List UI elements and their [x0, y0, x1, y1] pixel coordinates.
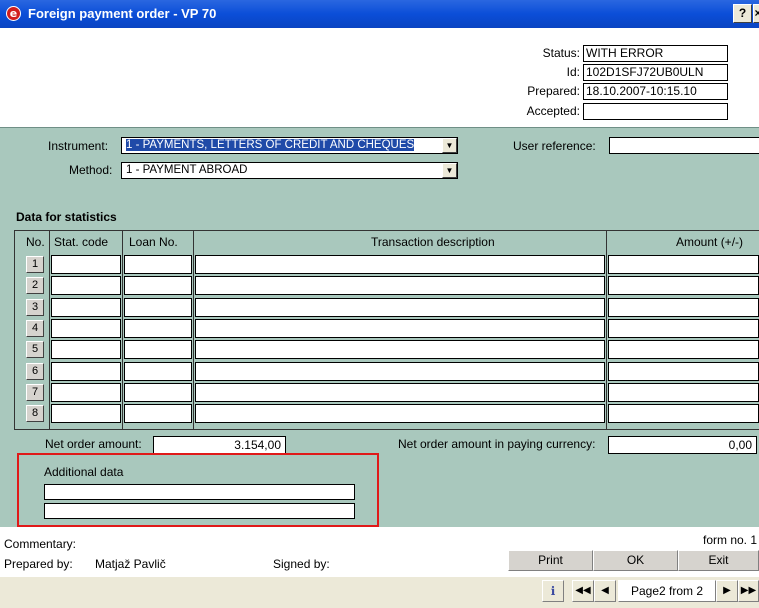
loan-no-cell[interactable] [124, 340, 192, 359]
column-header-stat-code: Stat. code [54, 235, 109, 249]
prepared-by-label: Prepared by: [4, 557, 73, 571]
form-number: form no. 1 [703, 533, 758, 547]
column-divider [606, 231, 607, 430]
loan-no-cell[interactable] [124, 362, 192, 381]
user-reference-input[interactable] [609, 137, 759, 154]
transaction-description-cell[interactable] [195, 362, 605, 381]
row-number-button[interactable]: 7 [26, 384, 44, 401]
net-order-amount-value: 3.154,00 [153, 436, 286, 454]
info-icon[interactable]: ℹ [542, 580, 564, 602]
amount-cell[interactable] [608, 298, 759, 317]
column-divider [49, 231, 50, 430]
stat-code-cell[interactable] [51, 383, 121, 402]
loan-no-cell[interactable] [124, 383, 192, 402]
amount-cell[interactable] [608, 362, 759, 381]
signed-by-label: Signed by: [273, 557, 330, 571]
instrument-select[interactable]: 1 - PAYMENTS, LETTERS OF CREDIT AND CHEQ… [121, 137, 458, 154]
method-label: Method: [69, 163, 113, 177]
last-page-icon[interactable]: ▶▶ [738, 580, 759, 602]
first-page-icon[interactable]: ◀◀ [572, 580, 594, 602]
loan-no-cell[interactable] [124, 276, 192, 295]
method-select[interactable]: 1 - PAYMENT ABROAD [121, 162, 458, 179]
amount-cell[interactable] [608, 340, 759, 359]
statistics-section-title: Data for statistics [16, 210, 117, 224]
column-header-transaction-description: Transaction description [371, 235, 495, 249]
amount-cell[interactable] [608, 383, 759, 402]
loan-no-cell[interactable] [124, 404, 192, 423]
app-logo-icon: e [6, 6, 21, 21]
next-page-icon[interactable]: ▶ [716, 580, 738, 602]
stat-code-cell[interactable] [51, 340, 121, 359]
column-header-amount: Amount (+/-) [676, 235, 744, 249]
transaction-description-cell[interactable] [195, 383, 605, 402]
instrument-label: Instrument: [48, 139, 109, 153]
accepted-value [583, 103, 728, 120]
status-value: WITH ERROR [583, 45, 728, 62]
transaction-description-cell[interactable] [195, 340, 605, 359]
title-bar: e Foreign payment order - VP 70 ? × [0, 0, 759, 28]
row-number-button[interactable]: 2 [26, 277, 44, 294]
stat-code-cell[interactable] [51, 276, 121, 295]
loan-no-cell[interactable] [124, 319, 192, 338]
previous-page-icon[interactable]: ◀ [594, 580, 616, 602]
transaction-description-cell[interactable] [195, 255, 605, 274]
loan-no-cell[interactable] [124, 298, 192, 317]
stat-code-cell[interactable] [51, 319, 121, 338]
loan-no-cell[interactable] [124, 255, 192, 274]
id-label: Id: [566, 65, 580, 79]
prepared-value: 18.10.2007-10:15.10 [583, 83, 728, 100]
stat-code-cell[interactable] [51, 255, 121, 274]
close-button[interactable]: × [753, 4, 759, 23]
prepared-label: Prepared: [527, 84, 580, 98]
help-button[interactable]: ? [733, 4, 752, 23]
net-order-amount-label: Net order amount: [45, 437, 142, 451]
exit-button[interactable]: Exit [678, 550, 759, 571]
column-header-loan-no: Loan No. [129, 235, 178, 249]
print-button[interactable]: Print [508, 550, 593, 571]
method-dropdown-icon[interactable]: ▼ [442, 163, 457, 178]
page-indicator: Page2 from 2 [618, 580, 716, 602]
column-header-no: No. [26, 235, 45, 249]
status-label: Status: [542, 46, 580, 60]
row-number-button[interactable]: 3 [26, 299, 44, 316]
row-number-button[interactable]: 6 [26, 363, 44, 380]
instrument-value: 1 - PAYMENTS, LETTERS OF CREDIT AND CHEQ… [126, 139, 415, 151]
row-number-button[interactable]: 4 [26, 320, 44, 337]
column-divider [122, 231, 123, 430]
commentary-label: Commentary: [4, 537, 77, 551]
stat-code-cell[interactable] [51, 362, 121, 381]
additional-data-label: Additional data [44, 465, 124, 479]
id-value: 102D1SFJ72UB0ULN [583, 64, 728, 81]
row-number-button[interactable]: 5 [26, 341, 44, 358]
amount-cell[interactable] [608, 276, 759, 295]
ok-button[interactable]: OK [593, 550, 678, 571]
accepted-label: Accepted: [526, 104, 580, 118]
amount-cell[interactable] [608, 255, 759, 274]
method-value: 1 - PAYMENT ABROAD [126, 164, 248, 176]
instrument-dropdown-icon[interactable]: ▼ [442, 138, 457, 153]
additional-data-line-1[interactable] [44, 484, 355, 500]
window-title: Foreign payment order - VP 70 [28, 6, 217, 21]
amount-cell[interactable] [608, 319, 759, 338]
transaction-description-cell[interactable] [195, 276, 605, 295]
additional-data-line-2[interactable] [44, 503, 355, 519]
amount-cell[interactable] [608, 404, 759, 423]
row-number-button[interactable]: 1 [26, 256, 44, 273]
net-paying-amount-value: 0,00 [608, 436, 757, 454]
transaction-description-cell[interactable] [195, 298, 605, 317]
net-paying-amount-label: Net order amount in paying currency: [398, 437, 596, 451]
column-divider [193, 231, 194, 430]
pager-bar: ℹ ◀◀ ◀ Page2 from 2 ▶ ▶▶ [0, 577, 759, 608]
row-number-button[interactable]: 8 [26, 405, 44, 422]
stat-code-cell[interactable] [51, 404, 121, 423]
transaction-description-cell[interactable] [195, 404, 605, 423]
stat-code-cell[interactable] [51, 298, 121, 317]
user-reference-label: User reference: [513, 139, 596, 153]
transaction-description-cell[interactable] [195, 319, 605, 338]
prepared-by-name: Matjaž Pavlič [95, 557, 166, 571]
